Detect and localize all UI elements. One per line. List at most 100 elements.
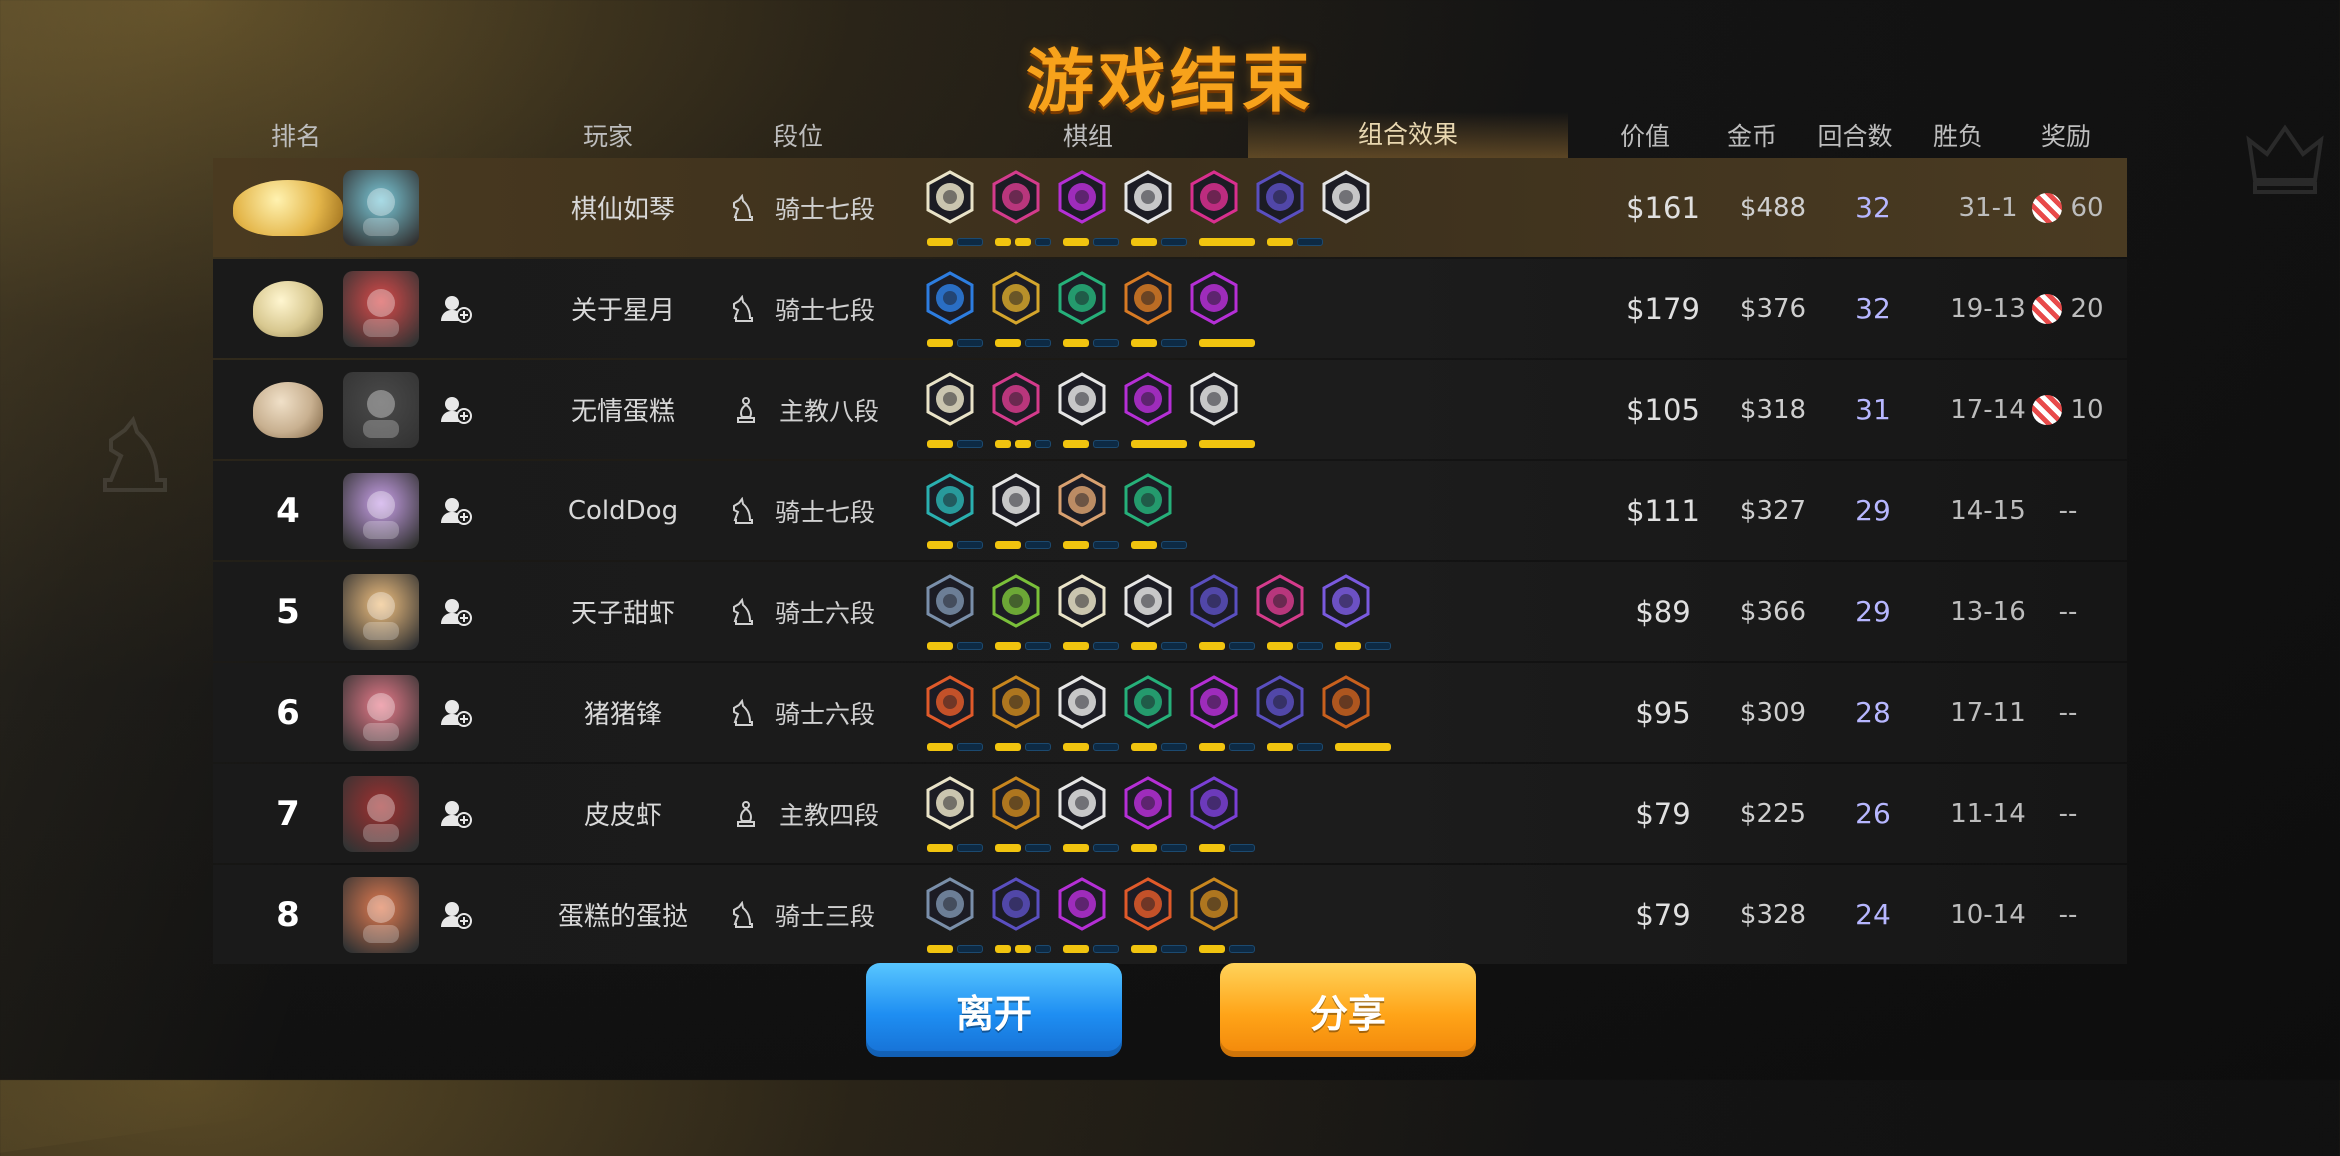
synergy-badge-icon[interactable] <box>989 574 1043 628</box>
reward-amount: -- <box>2058 798 2078 829</box>
synergy-badge-icon[interactable] <box>1055 271 1109 325</box>
add-friend-icon[interactable] <box>438 594 472 628</box>
synergy-badge-icon[interactable] <box>1187 271 1241 325</box>
player-name: 无情蛋糕 <box>570 397 675 427</box>
rank-cell: 8 <box>233 865 343 964</box>
synergy-badge-icon[interactable] <box>923 170 977 224</box>
synergy-badge-icon[interactable] <box>923 776 977 830</box>
synergy-badge-icon[interactable] <box>1121 271 1175 325</box>
synergy-badge-icon[interactable] <box>1121 574 1175 628</box>
synergy-tier-segment <box>995 945 1011 953</box>
player-avatar[interactable] <box>343 877 419 953</box>
synergy-tier-segment <box>995 642 1021 650</box>
synergy-badge-icon[interactable] <box>923 372 977 426</box>
share-button[interactable]: 分享 <box>1220 963 1476 1057</box>
player-avatar[interactable] <box>343 473 419 549</box>
grade-label: 骑士七段 <box>775 497 876 527</box>
synergy-badge-icon[interactable] <box>923 574 977 628</box>
rank-medal-icon <box>253 381 323 438</box>
synergy-badge-icon[interactable] <box>1187 877 1241 931</box>
synergy-badge-icon[interactable] <box>1253 170 1307 224</box>
synergy-tier-segment <box>1131 642 1157 650</box>
synergy-badge-icon[interactable] <box>923 271 977 325</box>
add-friend-icon[interactable] <box>438 291 472 325</box>
synergy-badge-icon[interactable] <box>1253 675 1307 729</box>
table-row[interactable]: 5 天子甜虾 骑士六段 $89 $366 29 13-16 -- <box>213 562 2127 661</box>
header-gold: 金币 <box>1726 122 1778 151</box>
synergy-badge-icon[interactable] <box>1121 877 1175 931</box>
synergy-badge-icon[interactable] <box>989 877 1043 931</box>
synergy-progress <box>927 339 1527 349</box>
grade-label: 骑士六段 <box>775 598 876 628</box>
synergy-tier-segment <box>1093 743 1119 751</box>
header-combo-tab[interactable]: 组合效果 <box>1248 112 1568 158</box>
add-friend-icon[interactable] <box>438 392 472 426</box>
synergy-tier-segment <box>1199 844 1225 852</box>
table-row[interactable]: 8 蛋糕的蛋挞 骑士三段 $79 $328 24 10-14 -- <box>213 865 2127 964</box>
reward-amount: 20 <box>2070 293 2104 324</box>
synergy-badge-icon[interactable] <box>1055 877 1109 931</box>
synergy-progress <box>927 642 1527 652</box>
synergy-badge-icon[interactable] <box>1187 675 1241 729</box>
synergy-badge-icon[interactable] <box>1055 170 1109 224</box>
player-avatar[interactable] <box>343 574 419 650</box>
table-row[interactable]: 4 ColdDog 骑士七段 $111 $327 29 14-15 -- <box>213 461 2127 560</box>
synergy-badge-icon[interactable] <box>1319 574 1373 628</box>
synergy-badge-icon[interactable] <box>1121 776 1175 830</box>
synergy-badge-icon[interactable] <box>1319 170 1373 224</box>
player-avatar[interactable] <box>343 675 419 751</box>
reward-cell: -- <box>2013 461 2123 560</box>
synergy-badge-icon[interactable] <box>1055 574 1109 628</box>
synergy-badge-icon[interactable] <box>1055 372 1109 426</box>
synergy-tier-segment <box>1199 642 1225 650</box>
table-row[interactable]: 6 猪猪锋 骑士六段 $95 $309 28 17-11 -- <box>213 663 2127 762</box>
synergy-badge-icon[interactable] <box>989 776 1043 830</box>
player-avatar[interactable] <box>343 372 419 448</box>
player-avatar[interactable] <box>343 776 419 852</box>
synergy-badge-icon[interactable] <box>1121 675 1175 729</box>
player-avatar[interactable] <box>343 271 419 347</box>
player-grade: 骑士七段 <box>733 461 933 560</box>
synergy-tier-segment <box>1131 541 1157 549</box>
synergy-tier-segment <box>1161 339 1187 347</box>
synergy-badge-icon[interactable] <box>1187 776 1241 830</box>
leave-button[interactable]: 离开 <box>866 963 1122 1057</box>
synergy-tier-segment <box>1015 440 1031 448</box>
synergy-badge-icon[interactable] <box>1055 776 1109 830</box>
synergy-badge-icon[interactable] <box>1055 675 1109 729</box>
table-row[interactable]: 关于星月 骑士七段 $179 $376 32 19-13 20 <box>213 259 2127 358</box>
synergy-badge-icon[interactable] <box>989 271 1043 325</box>
player-name: 棋仙如琴 <box>570 195 675 225</box>
synergy-badge-icon[interactable] <box>1187 574 1241 628</box>
table-row[interactable]: 无情蛋糕 主教八段 $105 $318 31 17-14 10 <box>213 360 2127 459</box>
add-friend-icon[interactable] <box>438 796 472 830</box>
synergy-badge-icon[interactable] <box>923 473 977 527</box>
synergy-badge-icon[interactable] <box>1253 574 1307 628</box>
grade-label: 主教八段 <box>779 396 880 426</box>
synergy-tier-segment <box>1297 642 1323 650</box>
table-row[interactable]: 7 皮皮虾 主教四段 $79 $225 26 11-14 -- <box>213 764 2127 863</box>
synergy-tier-segment <box>1131 440 1187 448</box>
synergy-badge-icon[interactable] <box>989 675 1043 729</box>
synergy-badge-icon[interactable] <box>1187 372 1241 426</box>
synergy-badge-icon[interactable] <box>1055 473 1109 527</box>
synergy-badge-icon[interactable] <box>989 473 1043 527</box>
synergy-badge-icon[interactable] <box>1121 170 1175 224</box>
player-avatar[interactable] <box>343 170 419 246</box>
rounds-count: 28 <box>1855 696 1891 729</box>
synergy-badge-icon[interactable] <box>989 372 1043 426</box>
synergy-badge-icon[interactable] <box>923 675 977 729</box>
add-friend-icon[interactable] <box>438 493 472 527</box>
synergy-tier-segment <box>1199 945 1225 953</box>
synergy-badge-icon[interactable] <box>1121 473 1175 527</box>
add-friend-icon[interactable] <box>438 897 472 931</box>
player-grade: 骑士七段 <box>733 259 933 358</box>
synergy-badge-icon[interactable] <box>923 877 977 931</box>
player-grade: 骑士六段 <box>733 562 933 661</box>
table-row[interactable]: 棋仙如琴 骑士七段 $161 $488 32 31-1 60 <box>213 158 2127 257</box>
synergy-badge-icon[interactable] <box>1121 372 1175 426</box>
synergy-badge-icon[interactable] <box>1319 675 1373 729</box>
synergy-badge-icon[interactable] <box>1187 170 1241 224</box>
synergy-badge-icon[interactable] <box>989 170 1043 224</box>
add-friend-icon[interactable] <box>438 695 472 729</box>
